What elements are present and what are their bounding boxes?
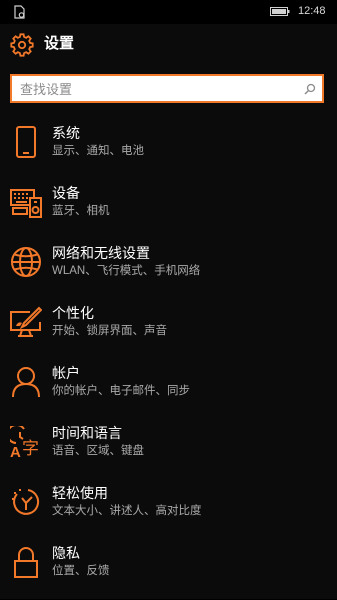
search-icon[interactable]: [304, 83, 316, 95]
settings-item-title: 隐私: [52, 545, 80, 561]
search-input[interactable]: [20, 80, 290, 98]
settings-item-subtitle: 你的帐户、电子邮件、同步: [52, 385, 190, 397]
settings-item-subtitle: 蓝牙、相机: [52, 205, 110, 217]
status-bar: 12:48: [0, 0, 337, 24]
settings-item-title: 系统: [52, 125, 80, 141]
notification-icon: [14, 5, 25, 19]
account-icon: [12, 367, 40, 398]
settings-item-accounts[interactable]: 帐户 你的帐户、电子邮件、同步: [0, 360, 337, 420]
page-title: 设置: [44, 35, 75, 52]
settings-item-subtitle: WLAN、飞行模式、手机网络: [52, 265, 201, 277]
settings-item-privacy[interactable]: 隐私 位置、反馈: [0, 540, 337, 600]
settings-item-devices[interactable]: 设备 蓝牙、相机: [0, 180, 337, 240]
settings-item-subtitle: 位置、反馈: [52, 565, 110, 577]
gear-icon: [10, 33, 34, 57]
settings-item-title: 个性化: [52, 305, 94, 321]
settings-item-network[interactable]: 网络和无线设置 WLAN、飞行模式、手机网络: [0, 240, 337, 300]
svg-text:字: 字: [22, 439, 39, 458]
devices-icon: [10, 189, 42, 218]
clock: 12:48: [298, 5, 326, 17]
settings-list: 系统 显示、通知、电池 设备 蓝牙、相机 网络和无线设置 WLAN、飞行模式、手…: [0, 120, 337, 600]
settings-item-subtitle: 语音、区域、键盘: [52, 445, 144, 457]
header: 设置: [0, 24, 337, 66]
settings-item-subtitle: 开始、锁屏界面、声音: [52, 325, 167, 337]
privacy-icon: [14, 547, 38, 578]
settings-item-system[interactable]: 系统 显示、通知、电池: [0, 120, 337, 180]
ease-of-access-icon: [12, 489, 40, 515]
settings-item-subtitle: 显示、通知、电池: [52, 145, 144, 157]
personalization-icon: [10, 306, 42, 337]
phone-icon: [16, 126, 36, 158]
settings-item-title: 设备: [52, 185, 80, 201]
globe-icon: [11, 247, 41, 277]
settings-item-title: 时间和语言: [52, 425, 122, 441]
settings-item-title: 帐户: [52, 365, 80, 381]
settings-item-subtitle: 文本大小、讲述人、高对比度: [52, 505, 202, 517]
settings-item-title: 轻松使用: [52, 485, 108, 501]
settings-item-time-language[interactable]: A 字 时间和语言 语音、区域、键盘: [0, 420, 337, 480]
settings-item-personalization[interactable]: 个性化 开始、锁屏界面、声音: [0, 300, 337, 360]
time-language-icon: A 字: [10, 426, 39, 458]
search-box[interactable]: [10, 74, 324, 103]
settings-item-title: 网络和无线设置: [52, 245, 150, 261]
svg-text:A: A: [10, 444, 21, 458]
settings-item-ease-of-access[interactable]: 轻松使用 文本大小、讲述人、高对比度: [0, 480, 337, 540]
battery-icon: [270, 7, 290, 16]
